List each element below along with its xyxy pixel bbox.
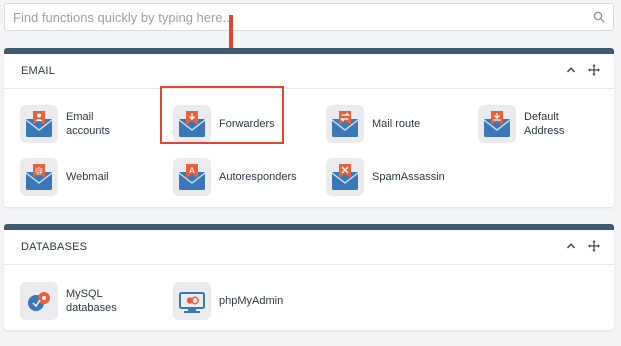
mysql-databases-icon (20, 282, 58, 320)
move-panel-icon[interactable] (588, 64, 600, 76)
webmail-icon: @ (20, 158, 58, 196)
search-input[interactable] (13, 4, 583, 30)
default-address-label: Default Address (524, 111, 565, 137)
phpmyadmin-label: phpMyAdmin (219, 295, 284, 307)
collapse-chevron-up-icon[interactable] (566, 65, 576, 75)
default-address-icon (478, 105, 516, 143)
email-panel-header: EMAIL (4, 54, 614, 89)
mail-route-item[interactable]: Mail route (326, 105, 476, 145)
autoresponders-item[interactable]: A Autoresponders (173, 158, 323, 198)
svg-text:@: @ (35, 166, 43, 175)
webmail-label: Webmail (66, 171, 109, 183)
webmail-item[interactable]: @ Webmail (20, 158, 170, 198)
mail-route-label: Mail route (372, 118, 421, 130)
mail-route-icon (326, 105, 364, 143)
autoresponders-icon: A (173, 158, 211, 196)
email-accounts-icon (20, 105, 58, 143)
spamassassin-icon (326, 158, 364, 196)
phpmyadmin-item[interactable]: phpMyAdmin (173, 282, 323, 322)
search-icon[interactable] (593, 11, 605, 23)
default-address-item[interactable]: Default Address (478, 105, 621, 145)
email-panel-title: EMAIL (21, 65, 56, 77)
mysql-databases-item[interactable]: MySQL databases (20, 282, 170, 322)
forwarders-highlight-box (160, 86, 284, 144)
phpmyadmin-icon (173, 282, 211, 320)
mysql-databases-label: MySQL databases (66, 288, 117, 314)
move-panel-icon[interactable] (588, 240, 600, 252)
search-bar[interactable] (4, 3, 614, 31)
databases-panel-header: DATABASES (4, 230, 614, 265)
databases-panel-title: DATABASES (21, 241, 88, 253)
svg-text:A: A (189, 166, 195, 175)
email-panel: EMAIL Email accounts Forwarders Mail rou… (4, 48, 614, 207)
email-accounts-label: Email accounts (66, 111, 111, 137)
collapse-chevron-up-icon[interactable] (566, 241, 576, 251)
spamassassin-item[interactable]: SpamAssassin (326, 158, 476, 198)
autoresponders-label: Autoresponders (219, 171, 297, 183)
databases-panel: DATABASES MySQL databases phpMyAdmin (4, 224, 614, 330)
email-accounts-item[interactable]: Email accounts (20, 105, 170, 145)
spamassassin-label: SpamAssassin (372, 171, 445, 183)
